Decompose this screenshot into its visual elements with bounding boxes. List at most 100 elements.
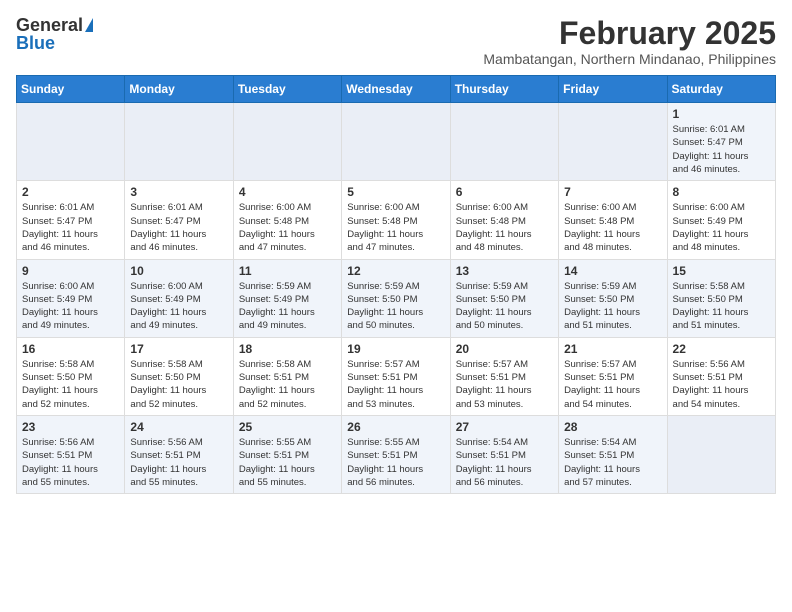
day-number: 23 bbox=[22, 420, 119, 434]
day-info: Sunrise: 5:59 AM Sunset: 5:50 PM Dayligh… bbox=[456, 280, 553, 333]
weekday-header-wednesday: Wednesday bbox=[342, 76, 450, 103]
day-info: Sunrise: 5:56 AM Sunset: 5:51 PM Dayligh… bbox=[130, 436, 227, 489]
calendar-day-cell: 4 Sunrise: 6:00 AM Sunset: 5:48 PM Daylig… bbox=[233, 181, 341, 259]
logo-blue-text: Blue bbox=[16, 34, 55, 52]
month-year-title: February 2025 bbox=[483, 16, 776, 51]
day-number: 19 bbox=[347, 342, 444, 356]
day-number: 18 bbox=[239, 342, 336, 356]
day-info: Sunrise: 6:00 AM Sunset: 5:48 PM Dayligh… bbox=[456, 201, 553, 254]
day-info: Sunrise: 5:57 AM Sunset: 5:51 PM Dayligh… bbox=[564, 358, 661, 411]
day-info: Sunrise: 6:01 AM Sunset: 5:47 PM Dayligh… bbox=[130, 201, 227, 254]
day-info: Sunrise: 5:59 AM Sunset: 5:49 PM Dayligh… bbox=[239, 280, 336, 333]
calendar-day-cell: 2Sunrise: 6:01 AM Sunset: 5:47 PM Daylig… bbox=[17, 181, 125, 259]
day-number: 4 bbox=[239, 185, 336, 199]
calendar-day-cell: 28Sunrise: 5:54 AM Sunset: 5:51 PM Dayli… bbox=[559, 415, 667, 493]
weekday-header-sunday: Sunday bbox=[17, 76, 125, 103]
day-number: 11 bbox=[239, 264, 336, 278]
day-number: 21 bbox=[564, 342, 661, 356]
day-number: 24 bbox=[130, 420, 227, 434]
day-info: Sunrise: 6:00 AM Sunset: 5:49 PM Dayligh… bbox=[130, 280, 227, 333]
day-number: 13 bbox=[456, 264, 553, 278]
day-info: Sunrise: 5:56 AM Sunset: 5:51 PM Dayligh… bbox=[22, 436, 119, 489]
day-info: Sunrise: 5:58 AM Sunset: 5:50 PM Dayligh… bbox=[22, 358, 119, 411]
weekday-header-tuesday: Tuesday bbox=[233, 76, 341, 103]
day-info: Sunrise: 5:59 AM Sunset: 5:50 PM Dayligh… bbox=[564, 280, 661, 333]
calendar-table: SundayMondayTuesdayWednesdayThursdayFrid… bbox=[16, 75, 776, 494]
title-block: February 2025 Mambatangan, Northern Mind… bbox=[483, 16, 776, 67]
calendar-day-cell: 21 Sunrise: 5:57 AM Sunset: 5:51 PM Dayli… bbox=[559, 337, 667, 415]
day-number: 3 bbox=[130, 185, 227, 199]
day-number: 9 bbox=[22, 264, 119, 278]
day-info: Sunrise: 5:55 AM Sunset: 5:51 PM Dayligh… bbox=[347, 436, 444, 489]
day-info: Sunrise: 5:58 AM Sunset: 5:50 PM Dayligh… bbox=[673, 280, 770, 333]
calendar-day-cell bbox=[233, 103, 341, 181]
calendar-day-cell bbox=[17, 103, 125, 181]
weekday-header-saturday: Saturday bbox=[667, 76, 775, 103]
day-number: 2 bbox=[22, 185, 119, 199]
day-number: 17 bbox=[130, 342, 227, 356]
day-info: Sunrise: 5:59 AM Sunset: 5:50 PM Dayligh… bbox=[347, 280, 444, 333]
calendar-day-cell: 10 Sunrise: 6:00 AM Sunset: 5:49 PM Dayli… bbox=[125, 259, 233, 337]
calendar-day-cell bbox=[125, 103, 233, 181]
calendar-day-cell: 14 Sunrise: 5:59 AM Sunset: 5:50 PM Dayli… bbox=[559, 259, 667, 337]
day-number: 8 bbox=[673, 185, 770, 199]
calendar-week-row: 23 Sunrise: 5:56 AM Sunset: 5:51 PM Dayli… bbox=[17, 415, 776, 493]
day-info: Sunrise: 5:57 AM Sunset: 5:51 PM Dayligh… bbox=[456, 358, 553, 411]
calendar-week-row: 2 Sunrise: 6:01 AM Sunset: 5:47 PM Daylig… bbox=[17, 181, 776, 259]
day-number: 12 bbox=[347, 264, 444, 278]
calendar-day-cell: 13 Sunrise: 5:59 AM Sunset: 5:50 PM Dayli… bbox=[450, 259, 558, 337]
logo: General Blue bbox=[16, 16, 93, 52]
calendar-day-cell: 26 Sunrise: 5:55 AM Sunset: 5:51 PM Dayli… bbox=[342, 415, 450, 493]
day-number: 5 bbox=[347, 185, 444, 199]
calendar-day-cell: 3 Sunrise: 6:01 AM Sunset: 5:47 PM Daylig… bbox=[125, 181, 233, 259]
weekday-header-thursday: Thursday bbox=[450, 76, 558, 103]
day-number: 28 bbox=[564, 420, 661, 434]
calendar-day-cell: 11 Sunrise: 5:59 AM Sunset: 5:49 PM Dayli… bbox=[233, 259, 341, 337]
day-info: Sunrise: 6:00 AM Sunset: 5:48 PM Dayligh… bbox=[564, 201, 661, 254]
calendar-day-cell: 12 Sunrise: 5:59 AM Sunset: 5:50 PM Dayli… bbox=[342, 259, 450, 337]
calendar-week-row: 1 Sunrise: 6:01 AM Sunset: 5:47 PM Daylig… bbox=[17, 103, 776, 181]
page-header: General Blue February 2025 Mambatangan, … bbox=[16, 16, 776, 67]
calendar-day-cell: 8 Sunrise: 6:00 AM Sunset: 5:49 PM Daylig… bbox=[667, 181, 775, 259]
calendar-day-cell: 25 Sunrise: 5:55 AM Sunset: 5:51 PM Dayli… bbox=[233, 415, 341, 493]
calendar-day-cell: 18 Sunrise: 5:58 AM Sunset: 5:51 PM Dayli… bbox=[233, 337, 341, 415]
day-number: 7 bbox=[564, 185, 661, 199]
day-info: Sunrise: 5:58 AM Sunset: 5:50 PM Dayligh… bbox=[130, 358, 227, 411]
day-info: Sunrise: 6:00 AM Sunset: 5:48 PM Dayligh… bbox=[347, 201, 444, 254]
day-info: Sunrise: 5:55 AM Sunset: 5:51 PM Dayligh… bbox=[239, 436, 336, 489]
calendar-day-cell: 24 Sunrise: 5:56 AM Sunset: 5:51 PM Dayli… bbox=[125, 415, 233, 493]
day-number: 1 bbox=[673, 107, 770, 121]
weekday-header-monday: Monday bbox=[125, 76, 233, 103]
calendar-week-row: 16 Sunrise: 5:58 AM Sunset: 5:50 PM Dayli… bbox=[17, 337, 776, 415]
day-number: 14 bbox=[564, 264, 661, 278]
day-info: Sunrise: 5:58 AM Sunset: 5:51 PM Dayligh… bbox=[239, 358, 336, 411]
calendar-header-row: SundayMondayTuesdayWednesdayThursdayFrid… bbox=[17, 76, 776, 103]
calendar-day-cell bbox=[667, 415, 775, 493]
calendar-day-cell: 1 Sunrise: 6:01 AM Sunset: 5:47 PM Daylig… bbox=[667, 103, 775, 181]
calendar-day-cell: 23 Sunrise: 5:56 AM Sunset: 5:51 PM Dayli… bbox=[17, 415, 125, 493]
calendar-day-cell: 27Sunrise: 5:54 AM Sunset: 5:51 PM Dayli… bbox=[450, 415, 558, 493]
calendar-day-cell: 6 Sunrise: 6:00 AM Sunset: 5:48 PM Daylig… bbox=[450, 181, 558, 259]
calendar-day-cell: 15 Sunrise: 5:58 AM Sunset: 5:50 PM Dayli… bbox=[667, 259, 775, 337]
calendar-week-row: 9 Sunrise: 6:00 AM Sunset: 5:49 PM Daylig… bbox=[17, 259, 776, 337]
calendar-day-cell: 7 Sunrise: 6:00 AM Sunset: 5:48 PM Daylig… bbox=[559, 181, 667, 259]
weekday-header-friday: Friday bbox=[559, 76, 667, 103]
day-number: 25 bbox=[239, 420, 336, 434]
day-info: Sunrise: 5:56 AM Sunset: 5:51 PM Dayligh… bbox=[673, 358, 770, 411]
calendar-day-cell: 20Sunrise: 5:57 AM Sunset: 5:51 PM Dayli… bbox=[450, 337, 558, 415]
calendar-day-cell: 17 Sunrise: 5:58 AM Sunset: 5:50 PM Dayli… bbox=[125, 337, 233, 415]
calendar-day-cell: 19Sunrise: 5:57 AM Sunset: 5:51 PM Dayli… bbox=[342, 337, 450, 415]
day-info: Sunrise: 6:01 AM Sunset: 5:47 PM Dayligh… bbox=[673, 123, 770, 176]
day-info: Sunrise: 6:00 AM Sunset: 5:49 PM Dayligh… bbox=[673, 201, 770, 254]
logo-triangle-icon bbox=[85, 18, 93, 32]
day-number: 6 bbox=[456, 185, 553, 199]
calendar-day-cell: 22 Sunrise: 5:56 AM Sunset: 5:51 PM Dayli… bbox=[667, 337, 775, 415]
day-info: Sunrise: 6:00 AM Sunset: 5:48 PM Dayligh… bbox=[239, 201, 336, 254]
day-number: 10 bbox=[130, 264, 227, 278]
day-number: 22 bbox=[673, 342, 770, 356]
day-number: 26 bbox=[347, 420, 444, 434]
day-number: 27 bbox=[456, 420, 553, 434]
calendar-day-cell: 5 Sunrise: 6:00 AM Sunset: 5:48 PM Daylig… bbox=[342, 181, 450, 259]
day-number: 15 bbox=[673, 264, 770, 278]
day-number: 16 bbox=[22, 342, 119, 356]
